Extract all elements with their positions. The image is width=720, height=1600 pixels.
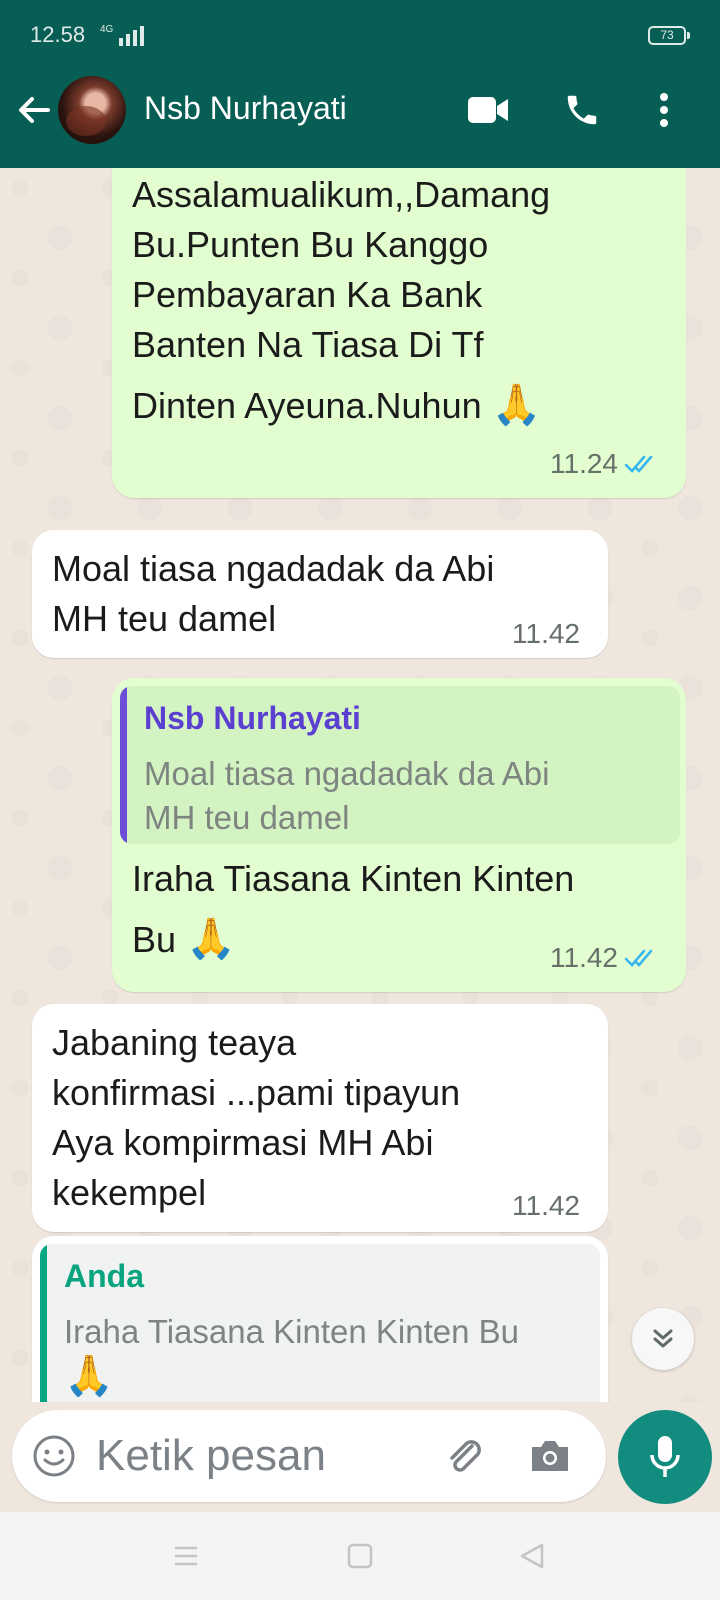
message-bubble-outgoing[interactable]: Nsb Nurhayati Moal tiasa ngadadak da Abi… bbox=[112, 678, 686, 992]
battery-level: 73 bbox=[660, 28, 674, 42]
emoji-icon[interactable] bbox=[30, 1432, 78, 1480]
quoted-text: Iraha Tiasana Kinten Kinten Bu 🙏 bbox=[64, 1310, 519, 1398]
chat-area[interactable]: Assalamualikum,,Damang Bu.Punten Bu Kang… bbox=[0, 168, 720, 1402]
status-time: 12.58 bbox=[30, 22, 86, 47]
message-line: Aya kompirmasi MH Abi bbox=[52, 1122, 434, 1163]
message-line: Dinten Ayeuna.Nuhun 🙏 bbox=[132, 380, 550, 431]
quoted-line: Iraha Tiasana Kinten Kinten Bu bbox=[64, 1313, 519, 1350]
message-line: konfirmasi ...pami tipayun bbox=[52, 1072, 461, 1113]
composer-row bbox=[0, 1402, 720, 1512]
quote-bar bbox=[40, 1244, 47, 1402]
message-line: Jabaning teaya bbox=[52, 1022, 297, 1063]
message-text: Moal tiasa ngadadak da Abi MH teu damel bbox=[52, 544, 494, 644]
more-vert-icon[interactable] bbox=[642, 88, 686, 132]
quoted-message[interactable]: Anda Iraha Tiasana Kinten Kinten Bu 🙏 bbox=[40, 1244, 600, 1402]
message-bubble-outgoing[interactable]: Assalamualikum,,Damang Bu.Punten Bu Kang… bbox=[112, 168, 686, 498]
message-text: Iraha Tiasana Kinten Kinten Bu 🙏 bbox=[132, 854, 574, 965]
signal-icon: 4G bbox=[100, 24, 145, 46]
network-type: 4G bbox=[100, 24, 114, 35]
message-line: kekempel bbox=[52, 1172, 207, 1213]
system-nav-bar bbox=[0, 1512, 720, 1600]
message-line: MH teu damel bbox=[52, 598, 277, 639]
quoted-line: Moal tiasa ngadadak da Abi bbox=[144, 755, 550, 792]
message-line-text: Dinten Ayeuna.Nuhun bbox=[132, 385, 482, 426]
phone-icon[interactable] bbox=[560, 88, 604, 132]
battery-icon: 73 bbox=[648, 26, 690, 45]
folded-hands-emoji: 🙏 bbox=[491, 382, 542, 428]
message-line: Bu 🙏 bbox=[132, 914, 574, 965]
attach-icon[interactable] bbox=[440, 1432, 488, 1480]
message-time: 11.24 bbox=[550, 448, 618, 479]
message-meta: 11.42 bbox=[550, 942, 658, 974]
mic-icon[interactable] bbox=[618, 1410, 712, 1504]
message-line: Bu.Punten Bu Kanggo bbox=[132, 224, 489, 265]
video-call-icon[interactable] bbox=[466, 88, 510, 132]
status-bar: 12.58 4G 73 bbox=[0, 0, 720, 70]
folded-hands-emoji: 🙏 bbox=[64, 1353, 114, 1399]
quoted-line: MH teu damel bbox=[144, 799, 350, 836]
avatar[interactable] bbox=[58, 76, 126, 144]
folded-hands-emoji: 🙏 bbox=[186, 916, 236, 962]
back-arrow-icon[interactable] bbox=[14, 90, 54, 130]
nav-home-icon[interactable] bbox=[340, 1538, 380, 1574]
message-bubble-incoming[interactable]: Moal tiasa ngadadak da Abi MH teu damel … bbox=[32, 530, 608, 658]
message-line: Pembayaran Ka Bank bbox=[132, 274, 483, 315]
message-text: Assalamualikum,,Damang Bu.Punten Bu Kang… bbox=[132, 170, 550, 431]
message-bubble-incoming[interactable]: Jabaning teaya konfirmasi ...pami tipayu… bbox=[32, 1004, 608, 1232]
message-bubble-incoming[interactable]: Anda Iraha Tiasana Kinten Kinten Bu 🙏 bbox=[32, 1236, 608, 1402]
message-line: Iraha Tiasana Kinten Kinten bbox=[132, 858, 575, 899]
nav-menu-icon[interactable] bbox=[166, 1538, 206, 1574]
message-text: Jabaning teaya konfirmasi ...pami tipayu… bbox=[52, 1018, 460, 1218]
message-line: Banten Na Tiasa Di Tf bbox=[132, 324, 484, 365]
quoted-sender: Nsb Nurhayati bbox=[144, 700, 361, 736]
contact-name[interactable]: Nsb Nurhayati bbox=[144, 90, 347, 127]
message-time: 11.42 bbox=[512, 618, 580, 649]
message-input[interactable] bbox=[96, 1426, 426, 1486]
message-composer[interactable] bbox=[12, 1410, 606, 1502]
quoted-message[interactable]: Nsb Nurhayati Moal tiasa ngadadak da Abi… bbox=[120, 686, 680, 844]
message-line: Assalamualikum,,Damang bbox=[132, 174, 551, 215]
camera-icon[interactable] bbox=[526, 1432, 574, 1480]
message-meta: 11.24 bbox=[550, 448, 658, 480]
quote-bar bbox=[120, 686, 127, 844]
quoted-text: Moal tiasa ngadadak da Abi MH teu damel bbox=[144, 752, 549, 840]
double-check-icon bbox=[624, 455, 653, 473]
message-line-text: Bu bbox=[132, 919, 177, 960]
nav-back-icon[interactable] bbox=[512, 1538, 552, 1574]
message-line: Moal tiasa ngadadak da Abi bbox=[52, 548, 495, 589]
message-time: 11.42 bbox=[512, 1190, 580, 1221]
top-bar: 12.58 4G 73 Nsb Nurhayati bbox=[0, 0, 720, 168]
chevron-double-down-icon[interactable] bbox=[632, 1308, 694, 1370]
chat-header: Nsb Nurhayati bbox=[0, 70, 720, 168]
double-check-icon bbox=[624, 949, 653, 967]
message-time: 11.42 bbox=[550, 942, 618, 973]
quoted-sender: Anda bbox=[64, 1258, 144, 1294]
